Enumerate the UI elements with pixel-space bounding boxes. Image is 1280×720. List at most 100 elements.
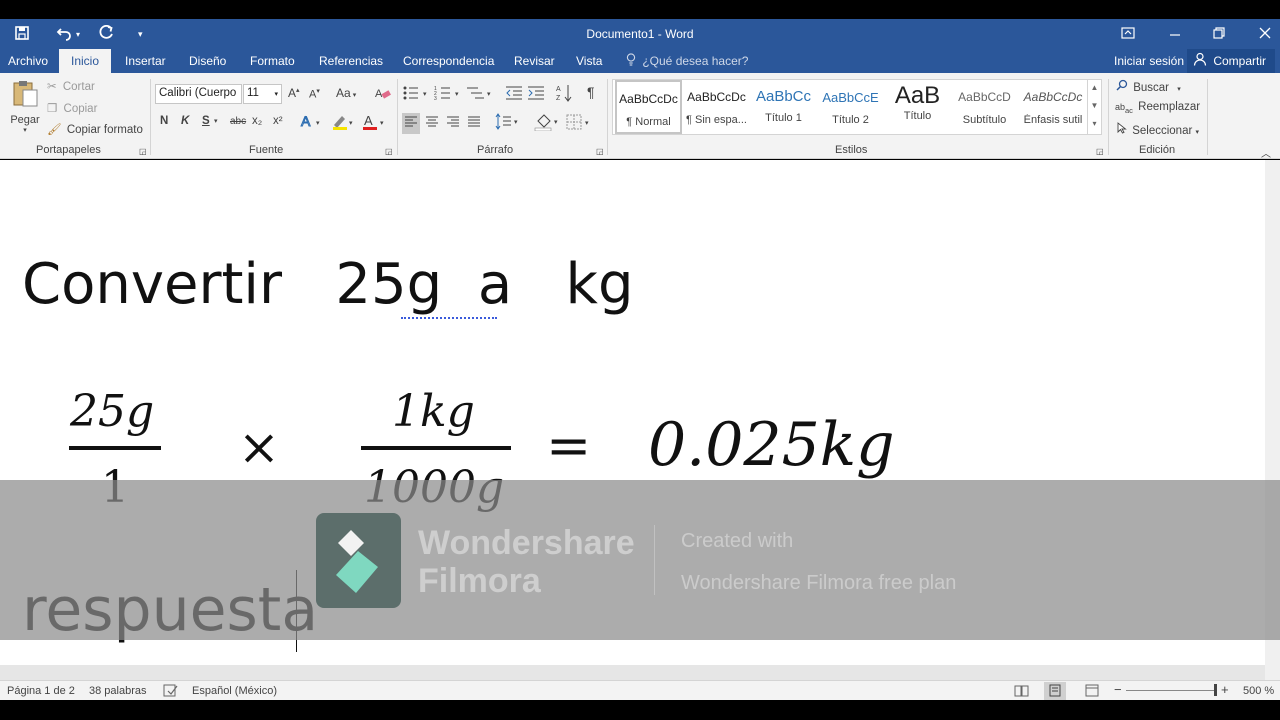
tab-inicio[interactable]: Inicio: [59, 49, 112, 73]
clear-formatting-icon[interactable]: A: [374, 85, 392, 104]
zoom-out-icon[interactable]: −: [1114, 682, 1122, 697]
find-button[interactable]: Buscar ▾: [1116, 79, 1181, 94]
replace-button[interactable]: abac Reemplazar: [1115, 101, 1200, 115]
font-name-box[interactable]: Calibri (Cuerpo: [155, 84, 242, 104]
tell-me-text: ¿Qué desea hacer?: [642, 54, 749, 68]
svg-text:▾: ▾: [380, 120, 384, 127]
times-sign: ×: [238, 418, 280, 476]
ribbon-tabs: Archivo Inicio Insertar Diseño Formato R…: [0, 49, 1280, 73]
style-titulo-2[interactable]: AaBbCcE Título 2: [817, 80, 884, 134]
ribbon: Pegar ▾ ✂ Cortar ❐ Copiar 🖌︎ Copiar form…: [0, 73, 1280, 160]
tab-diseno[interactable]: Diseño: [189, 49, 226, 73]
style-subtitulo[interactable]: AaBbCcD Subtítulo: [951, 80, 1018, 134]
show-marks-icon[interactable]: ¶: [587, 84, 595, 100]
watermark-brand: Wondershare Filmora: [418, 524, 635, 600]
clipboard-launcher-icon[interactable]: ◲: [139, 147, 147, 156]
proofing-icon[interactable]: [163, 684, 178, 700]
tab-revisar[interactable]: Revisar: [514, 49, 555, 73]
paste-button[interactable]: Pegar ▾: [8, 79, 42, 134]
svg-text:A: A: [556, 86, 561, 93]
tab-archivo[interactable]: Archivo: [8, 49, 48, 73]
text-effects-icon[interactable]: A ▾: [300, 113, 324, 132]
ribbon-display-options-icon[interactable]: [1121, 26, 1169, 42]
font-size-value: 11: [247, 87, 259, 99]
styles-more-icon[interactable]: ▾: [1088, 115, 1101, 133]
subscript-button[interactable]: x₂: [252, 115, 262, 127]
language[interactable]: Español (México): [192, 685, 277, 697]
sign-in-link[interactable]: Iniciar sesión: [1114, 49, 1184, 73]
restore-icon[interactable]: [1213, 26, 1259, 42]
increase-indent-icon[interactable]: [527, 85, 545, 104]
word-count[interactable]: 38 palabras: [89, 685, 147, 697]
zoom-slider-thumb[interactable]: [1214, 684, 1217, 696]
decrease-indent-icon[interactable]: [505, 85, 523, 104]
shading-icon[interactable]: ▾: [534, 113, 562, 134]
underline-button[interactable]: S: [202, 115, 210, 127]
numbering-icon[interactable]: 1 2 3 ▾: [434, 85, 462, 104]
copy-button[interactable]: ❐ Copiar: [47, 101, 97, 115]
top-letterbox: [0, 0, 1280, 19]
style-preview: AaB: [894, 82, 941, 109]
cut-button[interactable]: ✂ Cortar: [47, 79, 95, 93]
align-left-icon[interactable]: [402, 113, 420, 134]
bold-button[interactable]: N: [160, 115, 168, 127]
select-button[interactable]: Seleccionar ▾: [1117, 122, 1199, 137]
close-icon[interactable]: [1259, 27, 1280, 42]
share-button[interactable]: Compartir: [1187, 49, 1276, 73]
zoom-slider[interactable]: [1126, 690, 1214, 691]
print-layout-icon[interactable]: [1044, 682, 1066, 702]
font-color-icon[interactable]: A ▾: [362, 113, 388, 134]
paragraph-launcher-icon[interactable]: ◲: [596, 147, 604, 156]
read-mode-icon[interactable]: [1014, 684, 1029, 700]
svg-text:▾: ▾: [514, 119, 518, 126]
web-layout-icon[interactable]: [1085, 684, 1100, 700]
fraction1-numerator: 25g: [70, 386, 155, 437]
svg-text:▾: ▾: [554, 119, 558, 126]
bullets-icon[interactable]: ▾: [402, 85, 430, 104]
tab-referencias[interactable]: Referencias: [319, 49, 383, 73]
shrink-font-icon[interactable]: A▾: [309, 87, 320, 101]
zoom-in-icon[interactable]: +: [1221, 682, 1229, 697]
highlight-icon[interactable]: ▾: [331, 113, 357, 134]
collapse-ribbon-icon[interactable]: ︿: [1261, 145, 1271, 160]
format-painter-button[interactable]: 🖌︎ Copiar formato: [47, 122, 143, 136]
tab-insertar[interactable]: Insertar: [125, 49, 166, 73]
separator: [607, 79, 608, 155]
font-name-value: Calibri (Cuerpo: [159, 87, 237, 99]
styles-scroll-down-icon[interactable]: ▼: [1088, 97, 1101, 115]
line-spacing-icon[interactable]: ▾: [495, 113, 521, 134]
equals-sign: =: [546, 414, 592, 477]
style-titulo[interactable]: AaB Título: [884, 80, 951, 134]
cut-label: Cortar: [62, 81, 95, 93]
page-count[interactable]: Página 1 de 2: [7, 685, 75, 697]
minimize-icon[interactable]: [1169, 27, 1213, 42]
tell-me-box[interactable]: ¿Qué desea hacer?: [626, 49, 748, 73]
borders-icon[interactable]: ▾: [566, 114, 594, 133]
style-titulo-1[interactable]: AaBbCc Título 1: [750, 80, 817, 134]
italic-button[interactable]: K: [181, 115, 189, 127]
align-right-icon[interactable]: [446, 115, 460, 132]
styles-launcher-icon[interactable]: ◲: [1096, 147, 1104, 156]
style-normal[interactable]: AaBbCcDc ¶ Normal: [615, 80, 682, 134]
tab-formato[interactable]: Formato: [250, 49, 295, 73]
zoom-level[interactable]: 500 %: [1243, 685, 1274, 697]
sort-icon[interactable]: AZ: [556, 83, 572, 106]
superscript-button[interactable]: x²: [273, 115, 283, 127]
align-center-icon[interactable]: [425, 115, 439, 132]
tab-vista[interactable]: Vista: [576, 49, 602, 73]
styles-scroll-up-icon[interactable]: ▲: [1088, 79, 1101, 97]
tab-correspondencia[interactable]: Correspondencia: [403, 49, 494, 73]
underline-dropdown-icon[interactable]: ▾: [214, 117, 218, 125]
change-case-button[interactable]: Aa ▾: [336, 86, 356, 100]
grow-font-icon[interactable]: A▴: [288, 86, 300, 100]
find-label: Buscar: [1133, 82, 1169, 94]
separator: [1108, 79, 1109, 155]
multilevel-list-icon[interactable]: ▾: [466, 85, 494, 104]
select-dropdown-icon: ▾: [1195, 129, 1200, 136]
style-sin-espaciado[interactable]: AaBbCcDc ¶ Sin espa...: [683, 80, 750, 134]
justify-icon[interactable]: [467, 115, 481, 132]
font-size-box[interactable]: 11 ▾: [243, 84, 282, 104]
font-launcher-icon[interactable]: ◲: [385, 147, 393, 156]
strikethrough-button[interactable]: abc: [230, 116, 246, 127]
style-enfasis-sutil[interactable]: AaBbCcDc Énfasis sutil: [1018, 80, 1088, 134]
